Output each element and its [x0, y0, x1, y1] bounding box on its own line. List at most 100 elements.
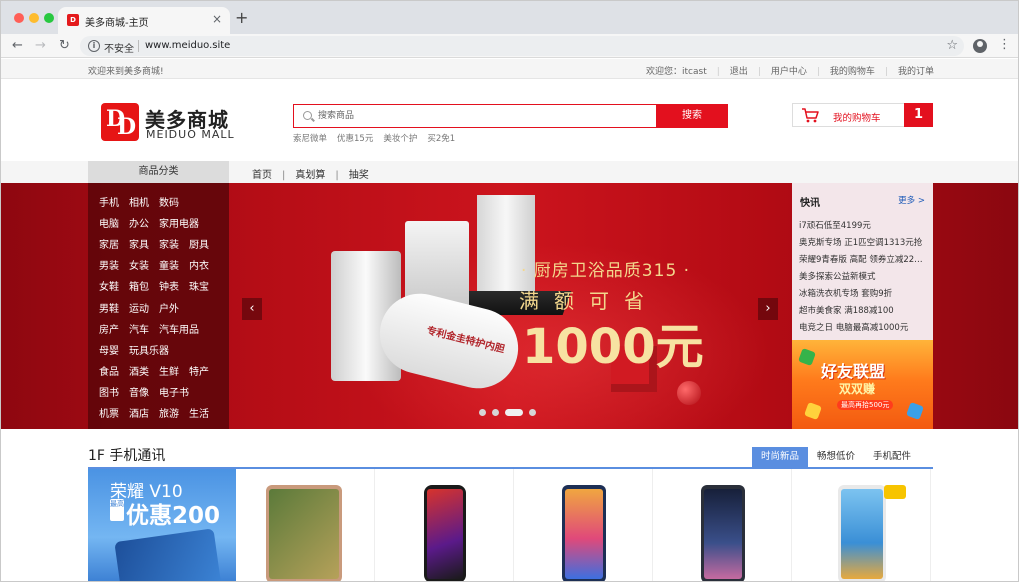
- news-item[interactable]: 奥克斯专场 正1匹空调1313元抢: [799, 236, 929, 248]
- news-item[interactable]: 超市美食家 满188减100: [799, 304, 929, 316]
- category-link[interactable]: 食品: [99, 367, 119, 378]
- url-text[interactable]: www.meiduo.site: [145, 40, 230, 51]
- nav-lottery[interactable]: 抽奖: [349, 170, 369, 181]
- banner-next-button[interactable]: ›: [758, 298, 778, 320]
- news-item[interactable]: 美多探索公益新模式: [799, 270, 929, 282]
- nav-home[interactable]: 首页: [252, 170, 272, 181]
- account-icon[interactable]: [973, 39, 987, 53]
- my-cart-link[interactable]: 我的购物车: [830, 64, 875, 77]
- category-link[interactable]: 厨具: [189, 240, 209, 251]
- carousel-dot[interactable]: [479, 408, 486, 416]
- logo-mark[interactable]: D D: [101, 103, 139, 141]
- product-card[interactable]: [514, 469, 653, 581]
- logout-link[interactable]: 退出: [730, 64, 748, 77]
- news-item[interactable]: 荣耀9青春版 高配 领券立减22…: [799, 253, 929, 265]
- news-item[interactable]: 冰箱洗衣机专场 套购9折: [799, 287, 929, 299]
- category-link[interactable]: 家装: [159, 240, 179, 251]
- carousel-dot[interactable]: [529, 408, 536, 416]
- category-link[interactable]: 童装: [159, 261, 179, 272]
- category-link[interactable]: 房产: [99, 325, 119, 336]
- tab-accessories[interactable]: 手机配件: [864, 447, 920, 467]
- tab-new-arrivals[interactable]: 时尚新品: [752, 447, 809, 467]
- news-item[interactable]: i7顽石低至4199元: [799, 219, 929, 231]
- new-tab-icon[interactable]: +: [235, 10, 248, 26]
- maximize-window-button[interactable]: [44, 13, 54, 23]
- category-row: 女鞋 箱包 钟表 珠宝: [99, 278, 219, 293]
- close-window-button[interactable]: [14, 13, 24, 23]
- news-item[interactable]: 电竞之日 电脑最高减1000元: [799, 321, 929, 333]
- info-icon[interactable]: i: [88, 40, 100, 52]
- user-center-link[interactable]: 用户中心: [771, 64, 807, 77]
- ad-note: 最高再拾500元: [837, 400, 894, 410]
- reload-icon[interactable]: ↻: [59, 37, 70, 54]
- security-status[interactable]: 不安全: [104, 40, 134, 55]
- category-link[interactable]: 玩具乐器: [129, 346, 169, 357]
- category-link[interactable]: 电子书: [159, 388, 189, 399]
- category-link[interactable]: 机票: [99, 409, 119, 420]
- category-row: 房产 汽车 汽车用品: [99, 321, 209, 336]
- hot-word[interactable]: 索尼微单: [293, 134, 327, 144]
- minimize-window-button[interactable]: [29, 13, 39, 23]
- category-link[interactable]: 男鞋: [99, 304, 119, 315]
- category-link[interactable]: 图书: [99, 388, 119, 399]
- category-link[interactable]: 家具: [129, 240, 149, 251]
- carousel-dot[interactable]: [492, 408, 499, 416]
- address-bar[interactable]: i 不安全 www.meiduo.site ☆: [80, 36, 964, 56]
- banner-prev-button[interactable]: ‹: [242, 298, 262, 320]
- forward-arrow-icon[interactable]: →: [35, 37, 46, 54]
- category-link[interactable]: 户外: [159, 304, 179, 315]
- category-link[interactable]: 生活: [189, 409, 209, 420]
- category-link[interactable]: 箱包: [129, 282, 149, 293]
- category-link[interactable]: 酒店: [129, 409, 149, 420]
- category-link[interactable]: 珠宝: [189, 282, 209, 293]
- carousel-dot[interactable]: [505, 408, 523, 416]
- side-ad[interactable]: 好友联盟 双双赚 最高再拾500元: [792, 340, 933, 429]
- category-link[interactable]: 数码: [159, 198, 179, 209]
- category-link[interactable]: 家居: [99, 240, 119, 251]
- cart-count-badge[interactable]: 1: [904, 103, 933, 127]
- category-link[interactable]: 手机: [99, 198, 119, 209]
- category-link[interactable]: 钟表: [159, 282, 179, 293]
- floor-ad[interactable]: 荣耀 V10 最高 优惠200: [88, 469, 236, 581]
- category-link[interactable]: 男装: [99, 261, 119, 272]
- category-link[interactable]: 家用电器: [159, 219, 199, 230]
- my-orders-link[interactable]: 我的订单: [898, 64, 934, 77]
- product-card[interactable]: [375, 469, 514, 581]
- hot-word[interactable]: 优惠15元: [337, 134, 373, 144]
- category-link[interactable]: 酒类: [129, 367, 149, 378]
- cart-button[interactable]: 我的购物车: [792, 103, 905, 127]
- category-link[interactable]: 相机: [129, 198, 149, 209]
- hot-word[interactable]: 买2免1: [427, 134, 455, 144]
- category-menu-title[interactable]: 商品分类: [88, 161, 229, 183]
- category-link[interactable]: 电脑: [99, 219, 119, 230]
- category-row: 电脑 办公 家用电器: [99, 215, 209, 230]
- product-card[interactable]: [236, 469, 375, 581]
- category-link[interactable]: 办公: [129, 219, 149, 230]
- category-link[interactable]: 女鞋: [99, 282, 119, 293]
- news-more-link[interactable]: 更多 >: [898, 194, 925, 206]
- product-card[interactable]: [653, 469, 792, 581]
- product-card[interactable]: [792, 469, 931, 581]
- category-link[interactable]: 母婴: [99, 346, 119, 357]
- back-arrow-icon[interactable]: ←: [12, 37, 23, 54]
- category-list: 手机 相机 数码电脑 办公 家用电器家居 家具 家装 厨具男装 女装 童装 内衣女鞋 箱包 钟表 珠宝男鞋…: [88, 183, 229, 429]
- bookmark-star-icon[interactable]: ☆: [946, 38, 958, 53]
- nav-deals[interactable]: 真划算: [295, 170, 325, 181]
- category-link[interactable]: 旅游: [159, 409, 179, 420]
- tab-low-price[interactable]: 畅想低价: [808, 447, 864, 467]
- category-link[interactable]: 运动: [129, 304, 149, 315]
- category-link[interactable]: 音像: [129, 388, 149, 399]
- browser-tab[interactable]: D 美多商城-主页 ×: [58, 7, 230, 34]
- tab-close-icon[interactable]: ×: [212, 13, 222, 26]
- category-link[interactable]: 特产: [189, 367, 209, 378]
- category-link[interactable]: 女装: [129, 261, 149, 272]
- search-button[interactable]: 搜索: [656, 104, 728, 128]
- hot-word[interactable]: 美妆个护: [383, 134, 417, 144]
- browser-menu-icon[interactable]: ⋮: [998, 37, 1011, 53]
- category-link[interactable]: 内衣: [189, 261, 209, 272]
- category-link[interactable]: 汽车用品: [159, 325, 199, 336]
- category-link[interactable]: 生鲜: [159, 367, 179, 378]
- search-input[interactable]: [318, 108, 648, 124]
- category-link[interactable]: 汽车: [129, 325, 149, 336]
- phone-image: [114, 528, 222, 581]
